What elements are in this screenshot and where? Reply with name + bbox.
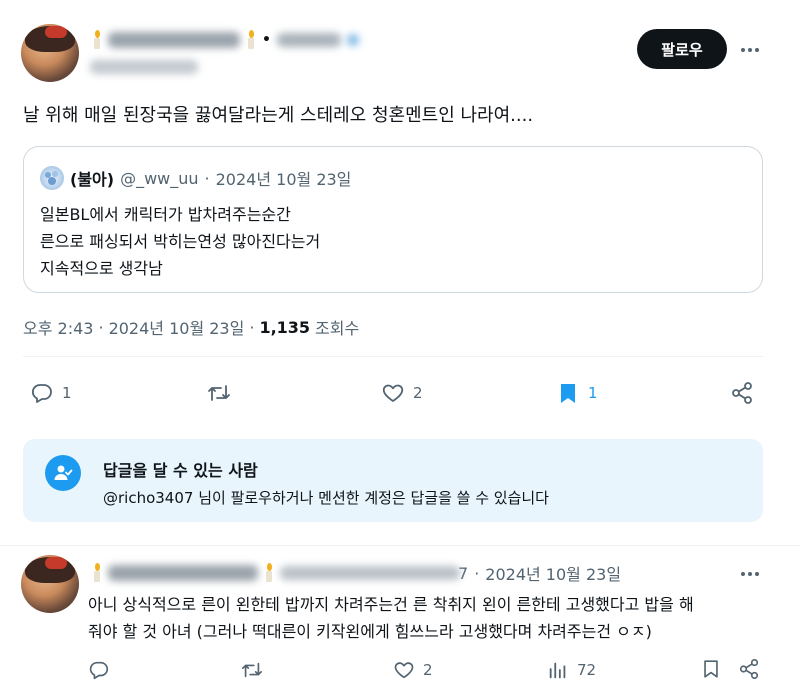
- divider: [0, 545, 800, 546]
- tweet-date[interactable]: 2024년 10월 23일: [109, 315, 245, 339]
- quote-line: 지속적으로 생각남: [40, 259, 163, 278]
- meta-separator: ·: [249, 317, 255, 337]
- bookmark-count: 1: [588, 384, 598, 402]
- like-count: 2: [413, 384, 423, 402]
- candle-icon: [92, 30, 102, 50]
- reply-count: 1: [62, 384, 72, 402]
- author-handle[interactable]: [90, 60, 198, 74]
- reply-separator: ·: [474, 563, 480, 583]
- views-count: 1,135: [259, 317, 311, 337]
- reply-views-button[interactable]: 72: [547, 658, 596, 682]
- candle-icon: [246, 30, 256, 50]
- quote-author-handle: @_ww_uu: [120, 168, 199, 188]
- quote-header: (불아) @_ww_uu · 2024년 10월 23일: [40, 166, 352, 190]
- reply-views-count: 72: [577, 661, 597, 679]
- share-button[interactable]: [730, 381, 754, 405]
- reply-icon: [88, 659, 110, 681]
- reply-reply-button[interactable]: [88, 658, 118, 682]
- more-icon[interactable]: [738, 38, 762, 62]
- reply-header: 7 · 2024년 10월 23일: [92, 562, 621, 584]
- follow-button[interactable]: 팔로우: [637, 29, 727, 69]
- quote-line: 른으로 패싱되서 박히는연성 많아진다는거: [40, 232, 321, 251]
- reply-bookmark-button[interactable]: [700, 658, 722, 682]
- reply-text: 아니 상식적으로 른이 왼한테 밥까지 차려주는건 른 착취지 왼이 른한테 고…: [88, 591, 778, 645]
- bookmark-icon: [556, 381, 580, 405]
- quote-line: 일본BL에서 캐릭터가 밥차려주는순간: [40, 205, 291, 224]
- candle-icon: [92, 563, 102, 583]
- author-avatar[interactable]: [21, 24, 79, 82]
- restriction-text: @richo3407 님이 팔로우하거나 멘션한 계정은 답글을 쓸 수 있습니…: [103, 489, 549, 507]
- views-label: 조회수: [315, 319, 360, 338]
- candle-icon: [264, 563, 274, 583]
- quote-author-name: (불아): [70, 170, 115, 189]
- blurred-handle[interactable]: [280, 566, 460, 580]
- retweet-icon: [240, 659, 264, 681]
- reply-more-icon[interactable]: [738, 562, 762, 586]
- heart-icon: [393, 659, 415, 681]
- reply-button[interactable]: 1: [30, 380, 72, 406]
- reply-icon: [30, 381, 54, 405]
- like-button[interactable]: 2: [381, 380, 423, 406]
- share-icon: [730, 381, 754, 405]
- share-icon: [738, 658, 760, 680]
- reply-like-count: 2: [423, 661, 433, 679]
- views-icon: [547, 659, 569, 681]
- reply-like-button[interactable]: 2: [393, 658, 433, 682]
- quote-avatar: [40, 166, 64, 190]
- tweet-time[interactable]: 오후 2:43: [23, 315, 93, 339]
- reply-author-avatar[interactable]: [21, 555, 79, 613]
- person-check-icon: [45, 455, 81, 491]
- reply-retweet-button[interactable]: [240, 658, 272, 682]
- bookmark-icon: [700, 658, 722, 680]
- retweet-button[interactable]: [206, 380, 240, 406]
- quote-date: 2024년 10월 23일: [215, 170, 352, 189]
- reply-date[interactable]: 2024년 10월 23일: [485, 561, 621, 585]
- blurred-name[interactable]: [108, 565, 258, 581]
- divider: [23, 356, 763, 357]
- quote-separator: ·: [204, 168, 210, 188]
- reply-text-line: 아니 상식적으로 른이 왼한테 밥까지 차려주는건 른 착취지 왼이 른한테 고…: [88, 595, 694, 614]
- retweet-icon: [206, 381, 232, 405]
- name-dot: •: [262, 32, 271, 48]
- reply-share-button[interactable]: [738, 658, 760, 682]
- restriction-title: 답글을 달 수 있는 사람: [103, 461, 258, 480]
- heart-icon: [381, 381, 405, 405]
- quote-text: 일본BL에서 캐릭터가 밥차려주는순간 른으로 패싱되서 박히는연성 많아진다는…: [40, 201, 320, 282]
- author-display-name[interactable]: •: [92, 28, 359, 52]
- meta-separator: ·: [98, 317, 104, 337]
- tweet-meta: 오후 2:43 · 2024년 10월 23일 · 1,135 조회수: [23, 315, 360, 339]
- bookmark-button[interactable]: 1: [556, 380, 598, 406]
- blurred-name: [108, 32, 240, 48]
- reply-text-line: 줘야 할 것 아녀 (그러나 떡대른이 키작왼에게 힘쓰느라 고생했다며 차려주…: [88, 622, 652, 641]
- quoted-tweet[interactable]: (불아) @_ww_uu · 2024년 10월 23일 일본BL에서 캐릭터가…: [23, 146, 763, 293]
- blurred-name-suffix: [276, 33, 341, 47]
- reply-restriction-box: 답글을 달 수 있는 사람 @richo3407 님이 팔로우하거나 멘션한 계…: [23, 439, 763, 522]
- blurred-verified-badge: [346, 34, 359, 46]
- tweet-text: 날 위해 매일 된장국을 끓여달라는게 스테레오 청혼멘트인 나라여....: [23, 105, 534, 126]
